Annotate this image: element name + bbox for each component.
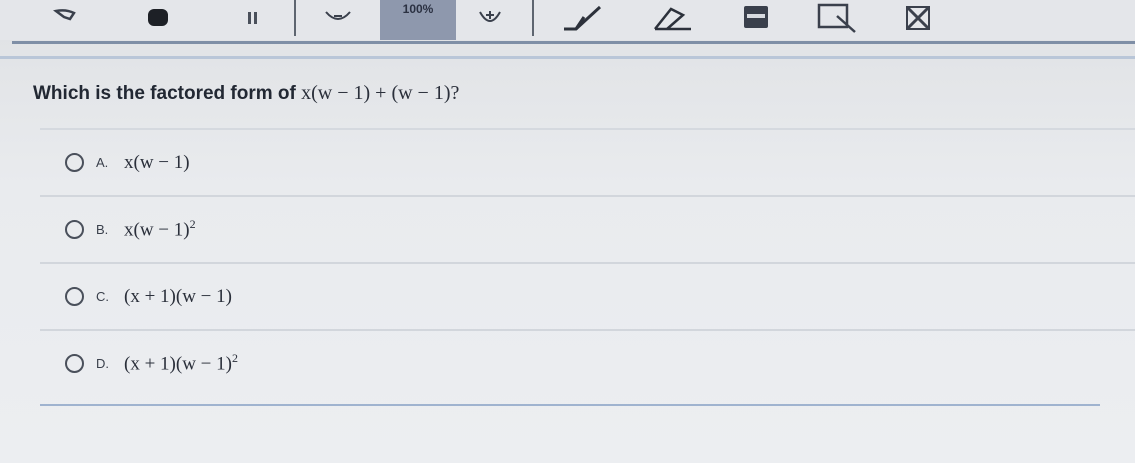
radio-button[interactable] bbox=[65, 287, 84, 306]
toolbar-separator bbox=[532, 0, 534, 36]
radio-button[interactable] bbox=[65, 153, 84, 172]
zoom-level: 100% bbox=[380, 0, 456, 40]
choice-answer: x(w − 1)2 bbox=[124, 217, 196, 241]
toolbar: 100% bbox=[0, 0, 1135, 40]
answer-choices: A. x(w − 1) B. x(w − 1)2 C. (x + 1)(w − … bbox=[40, 128, 1135, 406]
toolbar-separator bbox=[294, 0, 296, 36]
question-expression: x(w − 1) + (w − 1)? bbox=[301, 82, 460, 104]
choice-d[interactable]: D. (x + 1)(w − 1)2 bbox=[40, 329, 1135, 396]
hand-icon[interactable] bbox=[138, 0, 178, 36]
zoom-out-icon[interactable] bbox=[318, 0, 358, 36]
pointer-icon[interactable] bbox=[46, 0, 86, 36]
reference-icon[interactable] bbox=[812, 0, 862, 36]
zoom-in-icon[interactable] bbox=[470, 0, 510, 36]
choices-bottom-divider bbox=[40, 404, 1100, 406]
pause-icon[interactable] bbox=[238, 0, 268, 36]
eraser-icon[interactable] bbox=[648, 0, 698, 36]
header-divider bbox=[0, 56, 1135, 59]
exponent: 2 bbox=[231, 351, 238, 366]
choice-a[interactable]: A. x(w − 1) bbox=[40, 128, 1135, 195]
choice-c[interactable]: C. (x + 1)(w − 1) bbox=[40, 262, 1135, 329]
highlighter-icon[interactable] bbox=[734, 0, 778, 36]
choice-letter: D. bbox=[96, 356, 109, 371]
question-text: Which is the factored form of bbox=[33, 83, 302, 104]
choice-answer: x(w − 1) bbox=[124, 151, 190, 173]
choice-answer: (x + 1)(w − 1)2 bbox=[124, 351, 238, 375]
radio-button[interactable] bbox=[65, 220, 84, 239]
choice-letter: C. bbox=[96, 289, 109, 304]
question-stem: Which is the factored form of x(w − 1) +… bbox=[33, 82, 459, 105]
toolbar-divider bbox=[12, 41, 1135, 44]
pencil-icon[interactable] bbox=[558, 0, 608, 36]
exponent: 2 bbox=[189, 217, 196, 232]
choice-letter: B. bbox=[96, 222, 109, 237]
eliminate-icon[interactable] bbox=[896, 0, 940, 36]
choice-letter: A. bbox=[96, 155, 109, 170]
choice-answer: (x + 1)(w − 1) bbox=[124, 285, 232, 307]
choice-b[interactable]: B. x(w − 1)2 bbox=[40, 195, 1135, 262]
radio-button[interactable] bbox=[65, 354, 84, 373]
